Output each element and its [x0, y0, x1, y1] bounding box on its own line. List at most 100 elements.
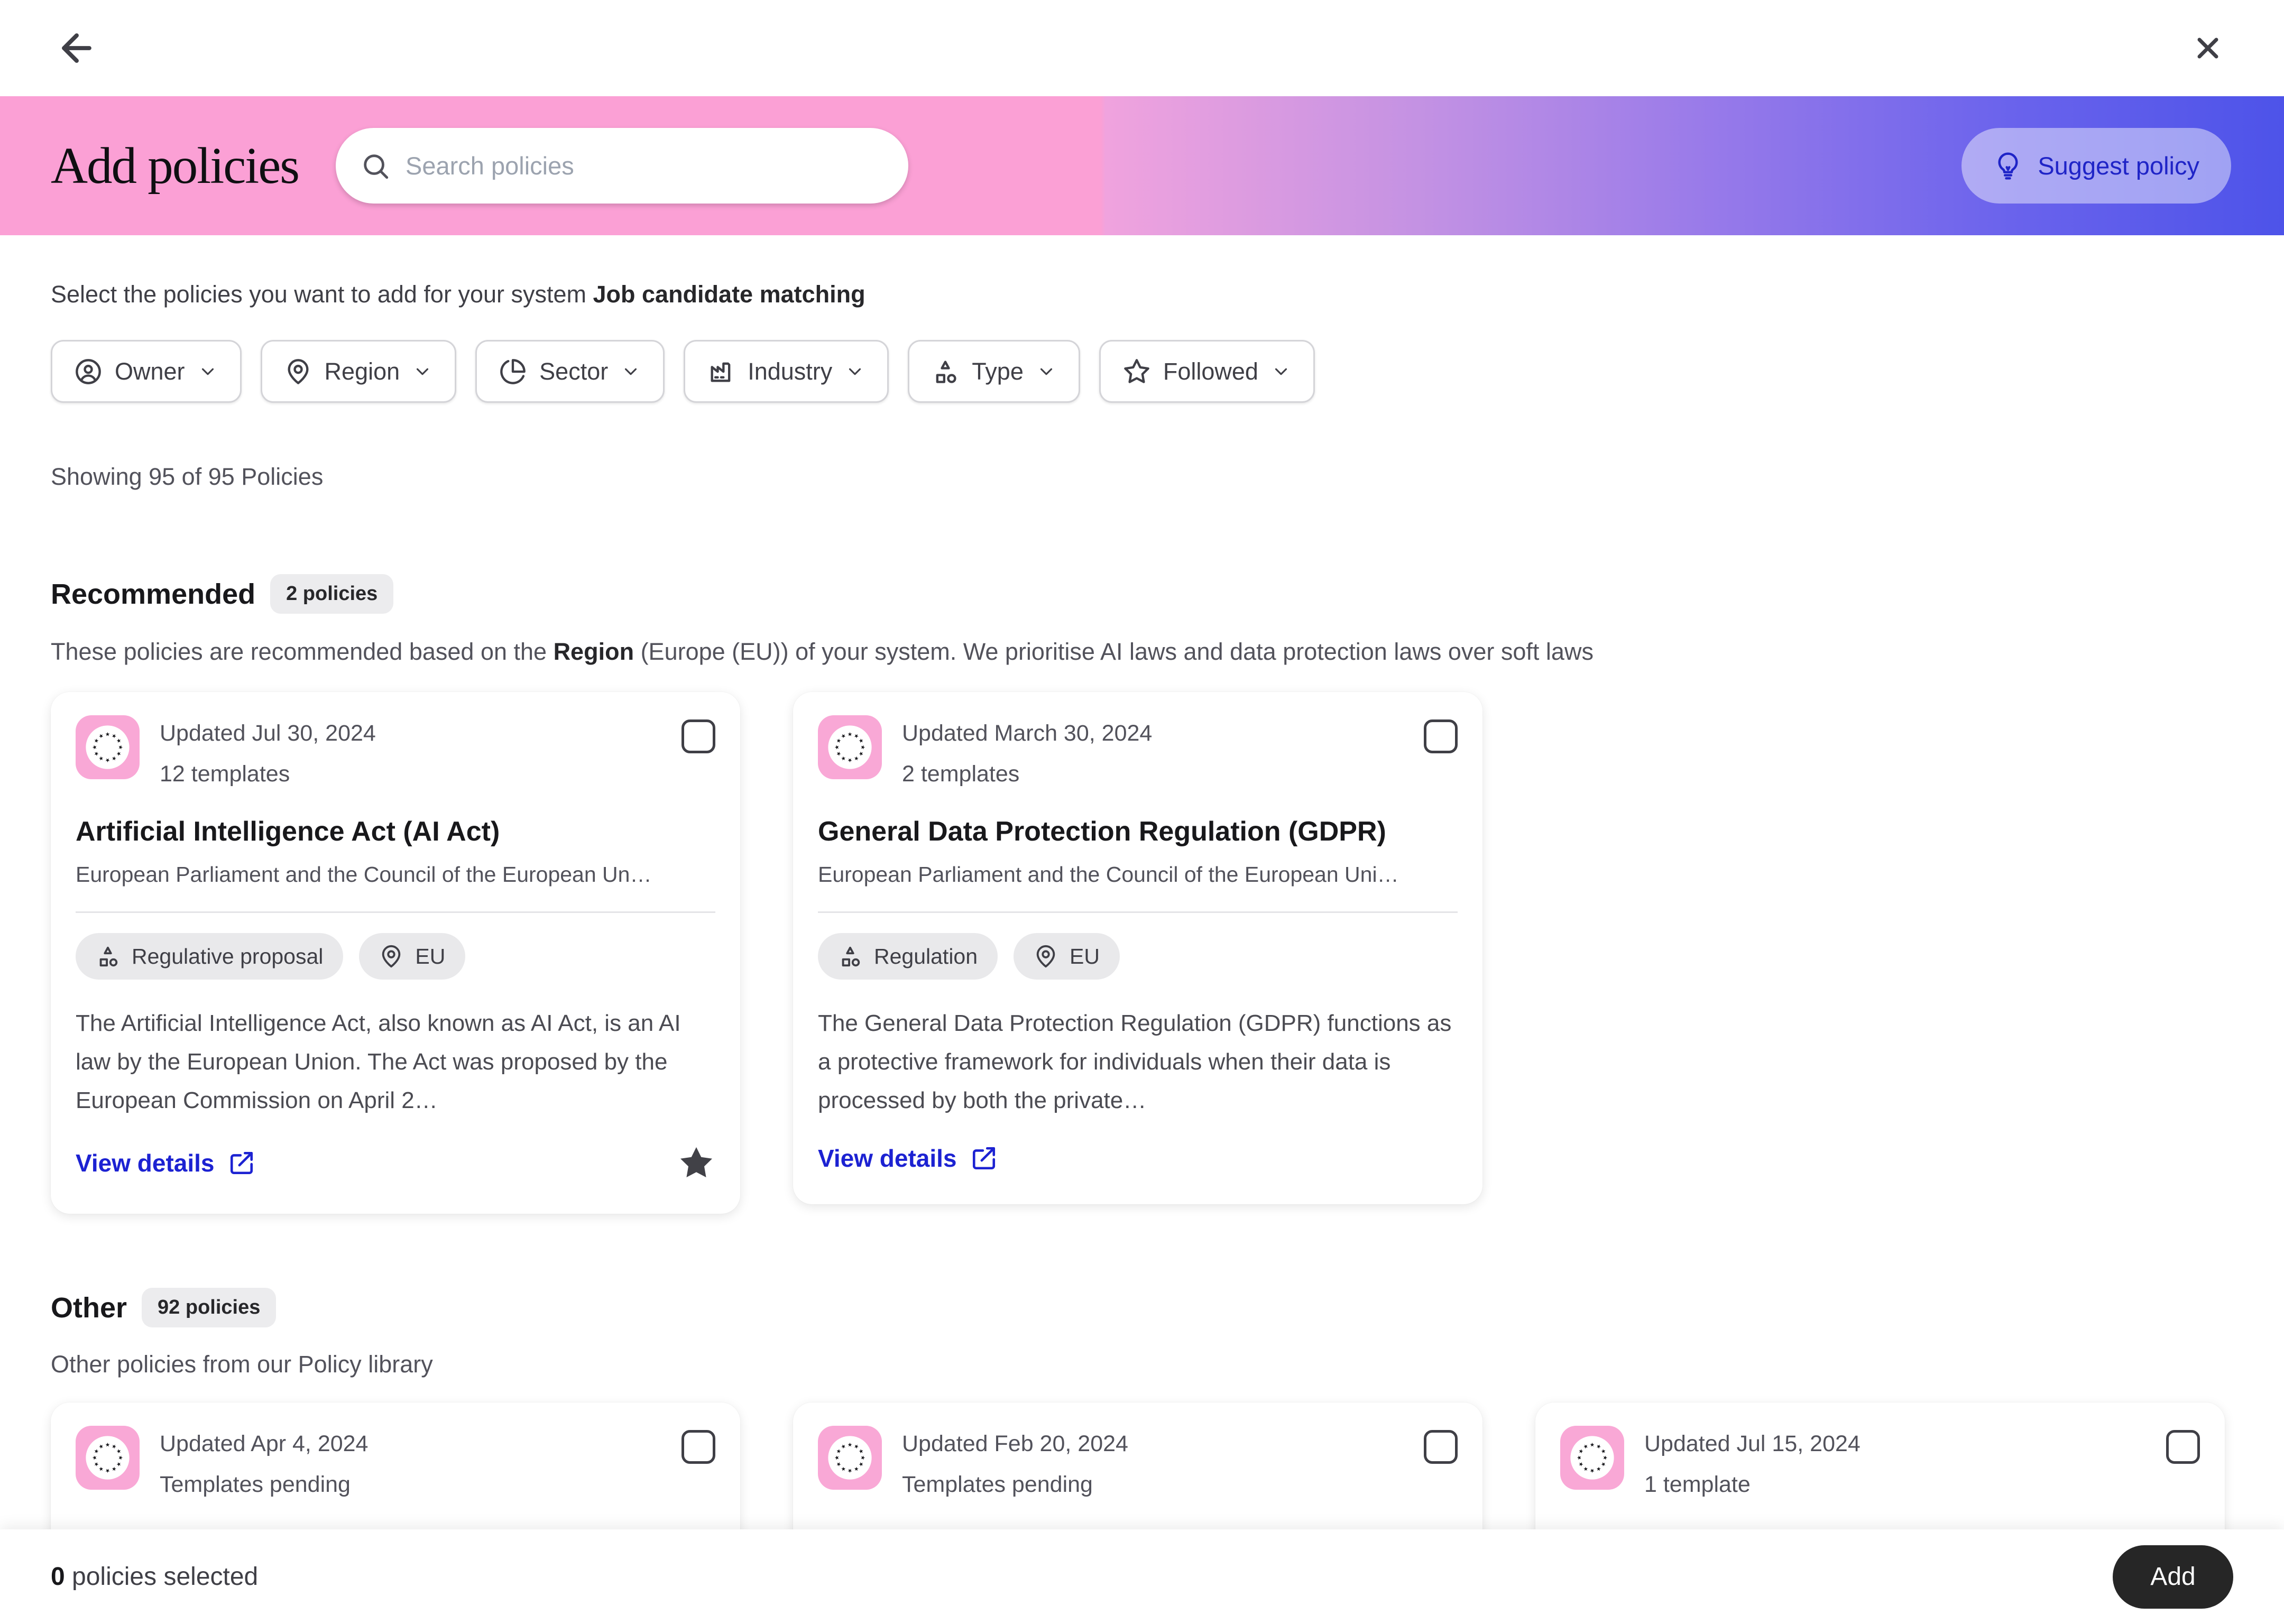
filter-owner-label: Owner [115, 358, 185, 385]
main-content: Select the policies you want to add for … [0, 281, 2284, 1624]
add-button-label: Add [2150, 1562, 2195, 1591]
recommended-title: Recommended [51, 578, 255, 611]
filter-industry-label: Industry [748, 358, 832, 385]
eu-policy-icon [1560, 1426, 1624, 1490]
recommended-desc-bold: Region [554, 638, 634, 665]
type-tag: Regulative proposal [76, 933, 343, 980]
type-tag: Regulation [818, 933, 998, 980]
type-tag-label: Regulation [874, 944, 978, 969]
filter-industry[interactable]: Industry [684, 340, 889, 403]
updated-label: Updated Feb 20, 2024 [902, 1431, 1128, 1457]
selected-count: 0 [51, 1563, 65, 1591]
map-pin-icon [379, 944, 403, 968]
policy-tags: Regulation EU [818, 933, 1458, 980]
filter-followed-label: Followed [1163, 358, 1258, 385]
lightbulb-icon [1993, 151, 2023, 181]
eu-policy-icon [818, 1426, 882, 1490]
policy-tags: Regulative proposal EU [76, 933, 715, 980]
search-box[interactable] [336, 128, 908, 204]
chevron-down-icon [1036, 362, 1056, 382]
system-name: Job candidate matching [593, 281, 865, 308]
hierarchy-shapes-icon [838, 944, 862, 968]
policy-description: The Artificial Intelligence Act, also kn… [76, 1004, 715, 1120]
recommended-desc-before: These policies are recommended based on … [51, 638, 554, 665]
selected-count-label: policies selected [65, 1563, 259, 1591]
chevron-down-icon [1271, 362, 1291, 382]
view-details-link[interactable]: View details [818, 1144, 997, 1173]
hierarchy-shapes-icon [96, 944, 120, 968]
policy-checkbox[interactable] [681, 719, 715, 753]
templates-label: Templates pending [160, 1472, 368, 1498]
followed-star-icon[interactable] [677, 1144, 715, 1182]
pie-chart-icon [499, 358, 527, 385]
search-input[interactable] [406, 151, 898, 180]
page-title: Add policies [51, 136, 299, 195]
header-banner: Add policies Suggest policy [0, 96, 2284, 235]
other-count-badge: 92 policies [142, 1288, 276, 1327]
add-button[interactable]: Add [2113, 1545, 2233, 1609]
map-pin-icon [284, 358, 312, 385]
recommended-section-header: Recommended 2 policies [51, 574, 2233, 614]
policy-checkbox[interactable] [2166, 1430, 2200, 1464]
eu-policy-icon [76, 1426, 140, 1490]
filter-bar: Owner Region Sector Industry Type [51, 340, 2233, 403]
recommended-description: These policies are recommended based on … [51, 638, 2233, 666]
policy-checkbox[interactable] [681, 1430, 715, 1464]
suggest-policy-button[interactable]: Suggest policy [1961, 128, 2231, 204]
selection-footer: 0 policies selected Add [0, 1529, 2284, 1624]
policy-checkbox[interactable] [1424, 1430, 1458, 1464]
updated-label: Updated Jul 15, 2024 [1644, 1431, 1861, 1457]
close-icon [2191, 31, 2225, 65]
policy-organisation: European Parliament and the Council of t… [818, 862, 1458, 887]
suggest-policy-label: Suggest policy [2038, 151, 2199, 180]
view-details-label: View details [76, 1149, 215, 1177]
policy-organisation: European Parliament and the Council of t… [76, 862, 715, 887]
filter-type[interactable]: Type [908, 340, 1080, 403]
chevron-down-icon [845, 362, 865, 382]
region-tag-label: EU [1070, 944, 1100, 969]
policy-card-gdpr: Updated March 30, 2024 2 templates Gener… [793, 692, 1482, 1204]
back-button[interactable] [55, 26, 98, 70]
filter-region[interactable]: Region [261, 340, 457, 403]
filter-sector[interactable]: Sector [475, 340, 665, 403]
results-summary: Showing 95 of 95 Policies [51, 463, 2233, 491]
other-subtitle: Other policies from our Policy library [51, 1351, 2233, 1378]
filter-type-label: Type [972, 358, 1024, 385]
policy-title: Artificial Intelligence Act (AI Act) [76, 816, 715, 847]
chevron-down-icon [412, 362, 432, 382]
hierarchy-shapes-icon [932, 358, 959, 385]
type-tag-label: Regulative proposal [132, 944, 323, 969]
chevron-down-icon [198, 362, 218, 382]
templates-label: 2 templates [902, 761, 1152, 787]
recommended-desc-after: (Europe (EU)) of your system. We priorit… [634, 638, 1594, 665]
close-button[interactable] [2191, 31, 2225, 65]
view-details-link[interactable]: View details [76, 1149, 255, 1177]
policy-checkbox[interactable] [1424, 719, 1458, 753]
view-details-label: View details [818, 1144, 957, 1173]
updated-label: Updated Apr 4, 2024 [160, 1431, 368, 1457]
filter-sector-label: Sector [539, 358, 608, 385]
window-topbar [0, 0, 2284, 96]
star-icon [1123, 358, 1150, 385]
factory-icon [707, 358, 735, 385]
filter-owner[interactable]: Owner [51, 340, 242, 403]
eu-policy-icon [818, 715, 882, 779]
templates-label: 1 template [1644, 1472, 1861, 1498]
user-icon [75, 358, 102, 385]
policy-card-ai-act: Updated Jul 30, 2024 12 templates Artifi… [51, 692, 740, 1214]
policy-title: General Data Protection Regulation (GDPR… [818, 816, 1458, 847]
intro-text: Select the policies you want to add for … [51, 281, 2233, 308]
updated-label: Updated March 30, 2024 [902, 721, 1152, 746]
selected-count-text: 0 policies selected [51, 1562, 258, 1591]
external-link-icon [228, 1150, 255, 1176]
external-link-icon [971, 1145, 997, 1171]
intro-prefix: Select the policies you want to add for … [51, 281, 593, 308]
filter-region-label: Region [325, 358, 400, 385]
templates-label: 12 templates [160, 761, 376, 787]
recommended-cards-row: Updated Jul 30, 2024 12 templates Artifi… [51, 692, 2233, 1214]
region-tag-label: EU [415, 944, 445, 969]
filter-followed[interactable]: Followed [1099, 340, 1315, 403]
updated-label: Updated Jul 30, 2024 [160, 721, 376, 746]
add-policies-dialog: Add policies Suggest policy Select the p… [0, 0, 2284, 1624]
templates-label: Templates pending [902, 1472, 1128, 1498]
